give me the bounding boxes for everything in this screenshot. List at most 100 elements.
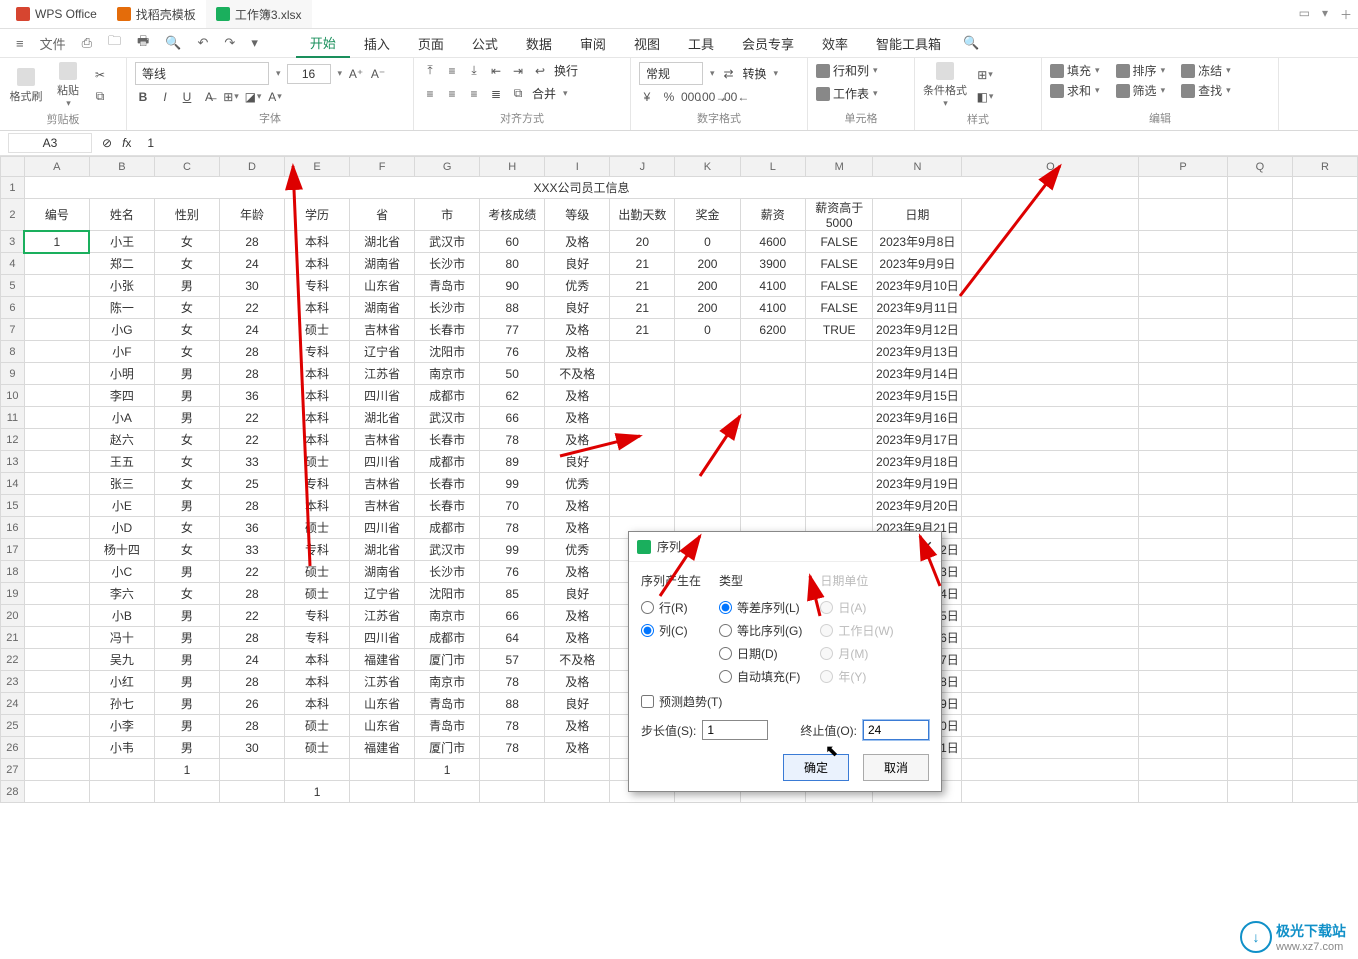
tab-efficiency[interactable]: 效率 xyxy=(808,30,862,57)
cancel-button[interactable]: 取消 xyxy=(863,754,929,781)
preview-icon[interactable]: 🔍 xyxy=(157,31,189,55)
thousand-icon[interactable]: 000 xyxy=(683,89,699,105)
percent-icon[interactable]: % xyxy=(661,89,677,105)
tab-insert[interactable]: 插入 xyxy=(350,30,404,57)
menu-icon[interactable]: ≡ xyxy=(8,32,32,55)
col-header[interactable]: L xyxy=(740,157,805,177)
radio-row[interactable]: 行(R) xyxy=(641,599,701,616)
cut-icon[interactable]: ✂ xyxy=(92,67,108,83)
template-tab[interactable]: 找稻壳模板 xyxy=(107,0,206,28)
align-bottom-icon[interactable]: ⤓ xyxy=(466,63,482,79)
bold-icon[interactable]: B xyxy=(135,89,151,105)
align-right-icon[interactable]: ≡ xyxy=(466,86,482,102)
strike-icon[interactable]: A̶ xyxy=(201,89,217,105)
formula-input[interactable]: 1 xyxy=(141,134,1350,152)
tab-menu-icon[interactable]: ▭ xyxy=(1299,6,1310,23)
more-icon[interactable]: ▾ xyxy=(243,31,266,55)
font-color-icon[interactable]: A▾ xyxy=(267,89,283,105)
col-header[interactable]: B xyxy=(89,157,154,177)
tab-dropdown-icon[interactable]: ▾ xyxy=(1322,6,1328,23)
align-left-icon[interactable]: ≡ xyxy=(422,86,438,102)
redo-icon[interactable]: ↷ xyxy=(216,31,243,55)
table-style-icon[interactable]: ⊞▾ xyxy=(977,67,993,83)
convert-icon[interactable]: ⇄ xyxy=(721,66,737,82)
dist-icon[interactable]: ≣ xyxy=(488,86,504,102)
col-header[interactable]: R xyxy=(1292,157,1357,177)
copy-icon[interactable]: ⧉ xyxy=(92,89,108,105)
underline-icon[interactable]: U xyxy=(179,89,195,105)
col-header[interactable]: F xyxy=(350,157,415,177)
app-tab[interactable]: WPS Office xyxy=(6,0,107,28)
freeze[interactable]: 冻结▾ xyxy=(1181,62,1231,79)
dec-inc-icon[interactable]: .00→ xyxy=(705,89,721,105)
tab-tools[interactable]: 工具 xyxy=(674,30,728,57)
merge-icon[interactable]: ⧉ xyxy=(510,86,526,102)
col-header[interactable]: H xyxy=(480,157,545,177)
col-header[interactable]: G xyxy=(415,157,480,177)
new-tab-icon[interactable]: ＋ xyxy=(1340,6,1352,23)
increase-font-icon[interactable]: A⁺ xyxy=(348,66,364,82)
format-painter[interactable]: 格式刷 xyxy=(8,68,44,104)
find[interactable]: 查找▾ xyxy=(1181,82,1231,99)
col-header[interactable]: A xyxy=(24,157,89,177)
wrap-icon[interactable]: ↩ xyxy=(532,63,548,79)
fx-cancel-icon[interactable]: ⊘ xyxy=(102,136,112,150)
tab-data[interactable]: 数据 xyxy=(512,30,566,57)
radio-auto[interactable]: 自动填充(F) xyxy=(719,668,802,685)
currency-icon[interactable]: ¥ xyxy=(639,89,655,105)
font-name[interactable]: 等线 xyxy=(135,62,269,85)
search-icon[interactable]: 🔍 xyxy=(955,31,987,55)
col-header[interactable]: D xyxy=(219,157,284,177)
col-header[interactable]: M xyxy=(806,157,873,177)
tab-home[interactable]: 开始 xyxy=(296,29,350,58)
tab-formula[interactable]: 公式 xyxy=(458,30,512,57)
tab-view[interactable]: 视图 xyxy=(620,30,674,57)
paste[interactable]: 粘贴▾ xyxy=(50,62,86,109)
radio-geo[interactable]: 等比序列(G) xyxy=(719,622,802,639)
save-icon[interactable]: ⎙ xyxy=(74,31,100,55)
tab-member[interactable]: 会员专享 xyxy=(728,30,808,57)
step-input[interactable] xyxy=(702,720,768,740)
indent-inc-icon[interactable]: ⇥ xyxy=(510,63,526,79)
indent-dec-icon[interactable]: ⇤ xyxy=(488,63,504,79)
align-middle-icon[interactable]: ≡ xyxy=(444,63,460,79)
worksheet[interactable]: 工作表▾ xyxy=(816,85,906,102)
col-header[interactable]: C xyxy=(154,157,219,177)
col-header[interactable]: I xyxy=(545,157,610,177)
radio-date[interactable]: 日期(D) xyxy=(719,645,802,662)
col-header[interactable]: J xyxy=(610,157,675,177)
col-header[interactable]: O xyxy=(962,157,1139,177)
tab-page[interactable]: 页面 xyxy=(404,30,458,57)
dec-dec-icon[interactable]: .00← xyxy=(727,89,743,105)
predict-check[interactable]: 预测趋势(T) xyxy=(641,693,929,710)
cell-style-icon[interactable]: ◧▾ xyxy=(977,89,993,105)
close-icon[interactable]: ✕ xyxy=(921,538,933,555)
col-header[interactable]: N xyxy=(873,157,962,177)
align-center-icon[interactable]: ≡ xyxy=(444,86,460,102)
number-format[interactable]: 常规 xyxy=(639,62,703,85)
decrease-font-icon[interactable]: A⁻ xyxy=(370,66,386,82)
col-header[interactable]: Q xyxy=(1227,157,1292,177)
workbook-tab[interactable]: 工作簿3.xlsx xyxy=(206,0,312,28)
cond-format[interactable]: 条件格式▾ xyxy=(923,62,967,109)
ok-button[interactable]: 确定 xyxy=(783,754,849,781)
sort[interactable]: 排序▾ xyxy=(1116,62,1166,79)
col-header[interactable]: K xyxy=(675,157,740,177)
border-icon[interactable]: ⊞▾ xyxy=(223,89,239,105)
open-icon[interactable]: 🗀 xyxy=(100,28,129,58)
undo-icon[interactable]: ↶ xyxy=(190,31,217,55)
radio-col[interactable]: 列(C) xyxy=(641,622,701,639)
file-menu[interactable]: 文件 xyxy=(32,30,74,57)
fill-color-icon[interactable]: ◪▾ xyxy=(245,89,261,105)
row-col[interactable]: 行和列▾ xyxy=(816,62,906,79)
tab-review[interactable]: 审阅 xyxy=(566,30,620,57)
fill[interactable]: 填充▾ xyxy=(1050,62,1100,79)
tab-smart[interactable]: 智能工具箱 xyxy=(862,30,955,57)
fx-icon[interactable]: fx xyxy=(122,136,131,150)
col-header[interactable]: E xyxy=(285,157,350,177)
radio-arith[interactable]: 等差序列(L) xyxy=(719,599,802,616)
col-header[interactable]: P xyxy=(1139,157,1228,177)
name-box[interactable]: A3 xyxy=(8,133,92,153)
print-icon[interactable]: 🖶 xyxy=(129,28,157,58)
sum[interactable]: 求和▾ xyxy=(1050,82,1100,99)
